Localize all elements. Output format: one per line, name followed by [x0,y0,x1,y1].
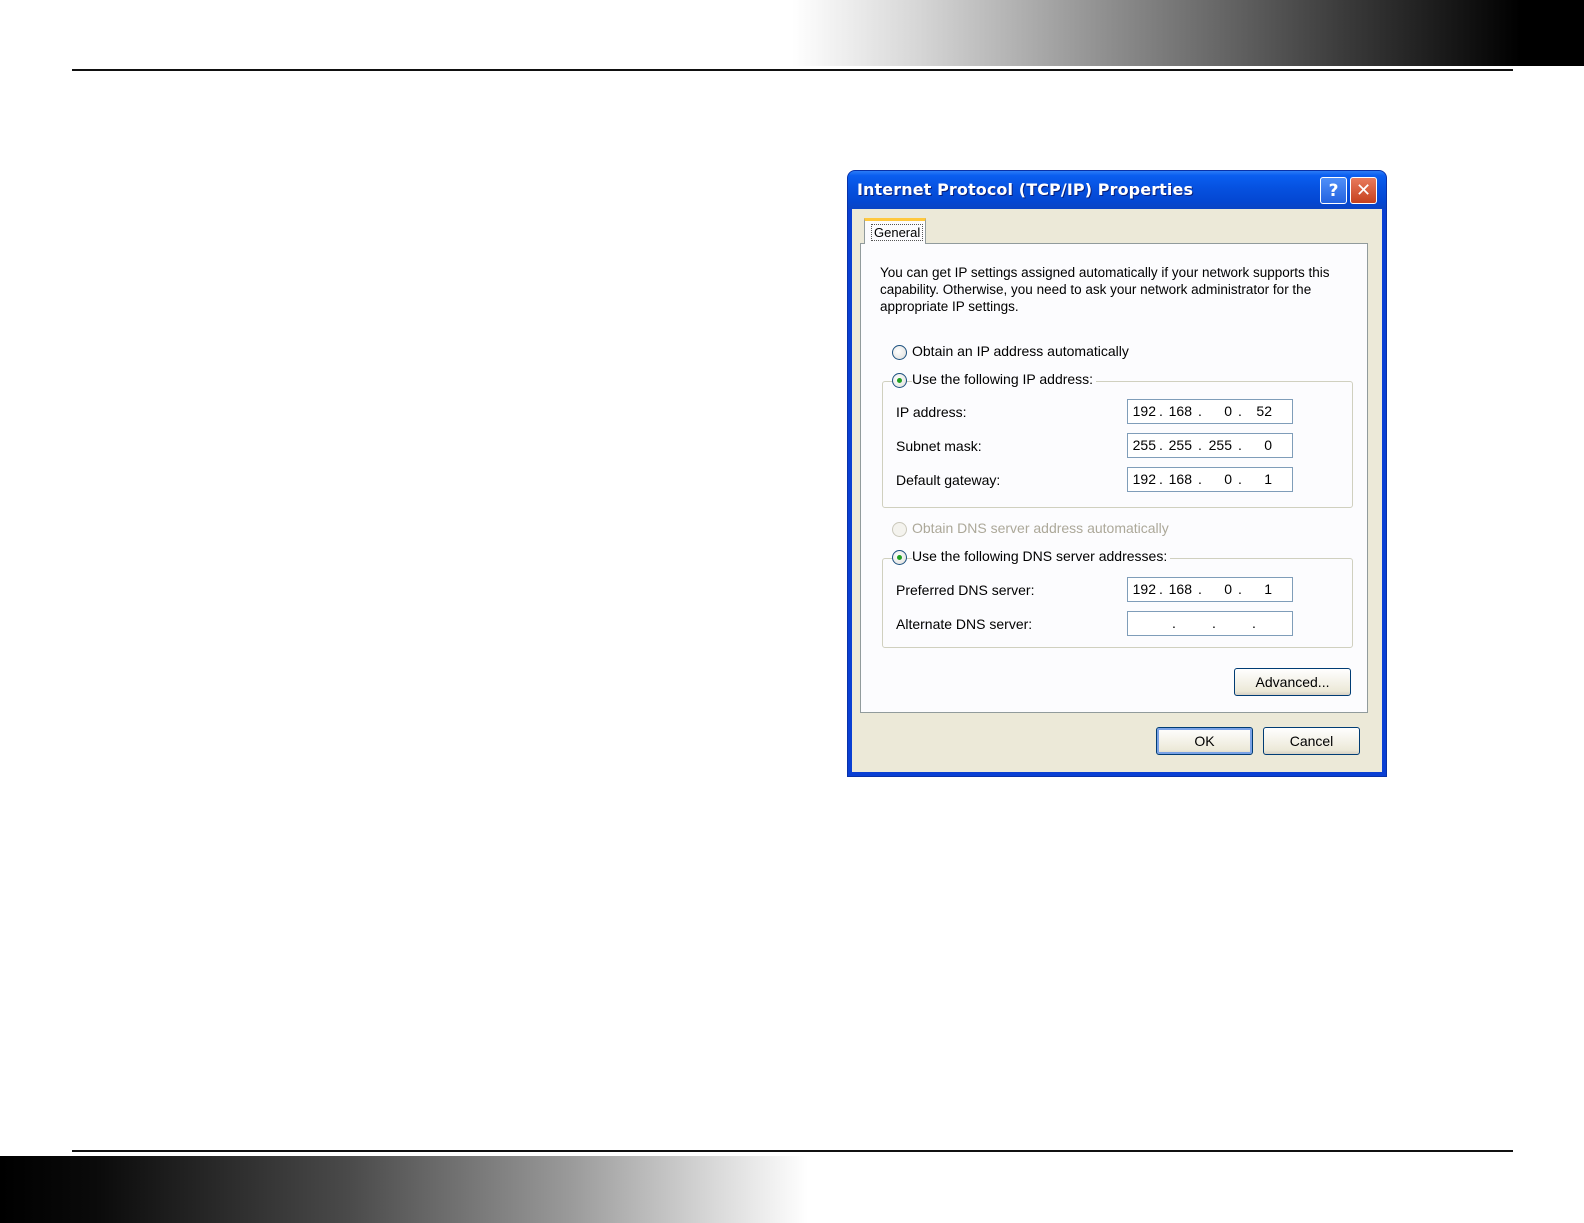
ok-button[interactable]: OK [1156,727,1253,755]
alternate-dns-field[interactable]: . . . [1127,611,1293,636]
preferred-dns-label: Preferred DNS server: [896,582,1035,598]
ip-address-field[interactable]: 192 . 168 . 0 . 52 [1127,399,1293,424]
general-tab-panel: You can get IP settings assigned automat… [860,243,1368,713]
description-text: You can get IP settings assigned automat… [880,265,1330,314]
gateway-octet-2: 168 [1168,471,1192,487]
gateway-octet-3: 0 [1224,471,1232,487]
pdns-octet-4: 1 [1264,581,1272,597]
use-following-dns-label: Use the following DNS server addresses: [912,548,1171,564]
use-following-ip-radio[interactable] [892,373,907,388]
ip-octet-1: 192 [1132,403,1156,419]
tcpip-properties-dialog: Internet Protocol (TCP/IP) Properties ? … [848,171,1386,776]
bottom-rule [72,1150,1513,1152]
use-following-dns-radio[interactable] [892,550,907,565]
default-gateway-field[interactable]: 192 . 168 . 0 . 1 [1127,467,1293,492]
cancel-button[interactable]: Cancel [1263,727,1360,755]
subnet-octet-4: 0 [1264,437,1272,453]
obtain-dns-auto-label: Obtain DNS server address automatically [912,520,1172,536]
pdns-octet-2: 168 [1168,581,1192,597]
obtain-ip-auto-radio[interactable] [892,345,907,360]
dialog-title: Internet Protocol (TCP/IP) Properties [857,180,1194,199]
tab-general[interactable]: General [864,218,926,244]
bottom-banner-gradient [0,1156,1584,1223]
title-bar[interactable]: Internet Protocol (TCP/IP) Properties ? … [848,171,1386,209]
gateway-octet-4: 1 [1264,471,1272,487]
preferred-dns-field[interactable]: 192 . 168 . 0 . 1 [1127,577,1293,602]
dialog-client-area: General You can get IP settings assigned… [852,209,1382,772]
ip-octet-3: 0 [1224,403,1232,419]
default-gateway-label: Default gateway: [896,472,1001,488]
subnet-mask-label: Subnet mask: [896,438,982,454]
top-rule [72,69,1513,71]
subnet-mask-field[interactable]: 255 . 255 . 255 . 0 [1127,433,1293,458]
obtain-ip-auto-label: Obtain an IP address automatically [912,343,1132,359]
close-button[interactable]: ✕ [1350,177,1377,204]
ip-octet-4: 52 [1256,403,1272,419]
pdns-octet-3: 0 [1224,581,1232,597]
help-button[interactable]: ? [1320,177,1347,204]
advanced-button[interactable]: Advanced... [1234,668,1351,696]
pdns-octet-1: 192 [1132,581,1156,597]
question-mark-icon: ? [1328,180,1339,201]
alternate-dns-label: Alternate DNS server: [896,616,1033,632]
subnet-octet-3: 255 [1208,437,1232,453]
subnet-octet-1: 255 [1132,437,1156,453]
close-icon: ✕ [1355,180,1372,201]
top-banner-gradient [0,0,1584,66]
gateway-octet-1: 192 [1132,471,1156,487]
subnet-octet-2: 255 [1168,437,1192,453]
ip-address-label: IP address: [896,404,967,420]
tab-general-label: General [871,224,924,241]
obtain-dns-auto-radio[interactable] [892,522,907,537]
use-following-ip-label: Use the following IP address: [912,371,1097,387]
ip-octet-2: 168 [1168,403,1192,419]
